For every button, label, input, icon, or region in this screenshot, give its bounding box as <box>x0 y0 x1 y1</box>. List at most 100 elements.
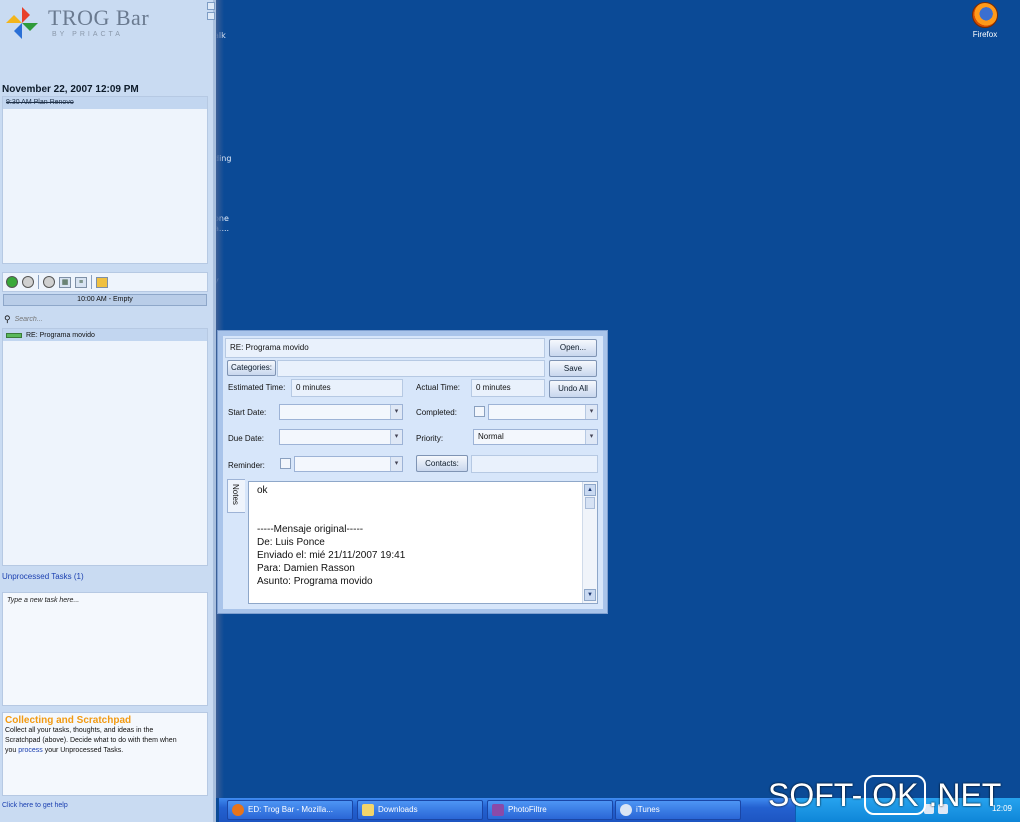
collecting-help-box: Collecting and Scratchpad Collect all yo… <box>2 712 208 796</box>
unprocessed-tasks-link[interactable]: Unprocessed Tasks (1) <box>2 572 84 581</box>
help-link[interactable]: Click here to get help <box>2 802 68 809</box>
toolbar-divider <box>38 275 39 289</box>
task-list: RE: Programa movido <box>2 328 208 566</box>
watermark-text: SOFT- <box>768 776 863 813</box>
time-slot-bar[interactable]: 10:00 AM - Empty <box>3 294 207 306</box>
notes-scrollbar[interactable]: ▲ ▼ <box>582 482 597 603</box>
priority-label: Priority: <box>416 434 444 443</box>
reminder-checkbox[interactable] <box>280 458 291 469</box>
scratchpad[interactable]: Type a new task here... <box>2 592 208 706</box>
add-task-icon[interactable] <box>6 276 18 288</box>
task-progress-icon <box>6 332 22 338</box>
reminder-label: Reminder: <box>228 461 265 470</box>
firefox-desktop-icon[interactable]: Firefox <box>962 2 1008 39</box>
notes-tab-label: Notes <box>231 484 240 505</box>
completed-label: Completed: <box>416 408 457 417</box>
search-icon: ⚲ <box>4 313 11 324</box>
photofiltre-icon <box>492 804 504 816</box>
categories-field[interactable] <box>277 360 545 377</box>
notes-textarea[interactable]: ok -----Mensaje original----- De: Luis P… <box>248 481 598 604</box>
scratchpad-input[interactable]: Type a new task here... <box>7 597 203 604</box>
palette-icon[interactable] <box>96 276 108 288</box>
watermark-text: .NET <box>928 776 1002 813</box>
scroll-down-icon[interactable]: ▼ <box>584 589 596 601</box>
collecting-line: Collect all your tasks, thoughts, and id… <box>5 727 154 734</box>
list-icon[interactable]: ≡ <box>75 276 87 288</box>
collecting-line: Scratchpad (above). Decide what to do wi… <box>5 737 177 744</box>
notes-line: ok <box>257 485 268 496</box>
taskbar-item-label: ED: Trog Bar - Mozilla... <box>248 805 333 814</box>
taskbar-item-itunes[interactable]: iTunes <box>615 800 741 820</box>
taskbar-item-firefox[interactable]: ED: Trog Bar - Mozilla... <box>227 800 353 820</box>
collapse-icon[interactable] <box>206 0 216 30</box>
start-date-picker[interactable]: ▾ <box>279 404 403 420</box>
subject-field[interactable]: RE: Programa movido <box>225 338 545 358</box>
logo-subtitle: BY PRIACTA <box>52 31 123 38</box>
due-date-picker[interactable]: ▾ <box>279 429 403 445</box>
notes-line: Asunto: Programa movido <box>257 576 373 587</box>
reminder-picker[interactable]: ▾ <box>294 456 403 472</box>
firefox-icon <box>972 2 998 28</box>
priority-value: Normal <box>478 432 504 441</box>
schedule-icon[interactable]: ▦ <box>59 276 71 288</box>
notes-line: -----Mensaje original----- <box>257 524 364 535</box>
notes-line: Para: Damien Rasson <box>257 563 355 574</box>
notes-line <box>257 497 589 510</box>
process-link[interactable]: process <box>18 747 43 754</box>
task-item-label: RE: Programa movido <box>26 331 95 339</box>
undo-all-button[interactable]: Undo All <box>549 380 597 398</box>
scroll-up-icon[interactable]: ▲ <box>584 484 596 496</box>
task-item[interactable]: RE: Programa movido <box>3 329 207 341</box>
appointments-panel: 9:30 AM Plan Renovo <box>2 96 208 264</box>
search-input[interactable] <box>14 315 165 323</box>
watermark-text: OK <box>864 775 927 815</box>
save-button[interactable]: Save <box>549 360 597 377</box>
notes-line <box>257 510 589 523</box>
notes-line: De: Luis Ponce <box>257 537 325 548</box>
current-date: November 22, 2007 12:09 PM <box>2 84 139 95</box>
taskbar-item-label: iTunes <box>636 805 660 814</box>
taskbar-item-label: Downloads <box>378 805 418 814</box>
priority-select[interactable]: Normal ▾ <box>473 429 598 445</box>
firefox-icon <box>232 804 244 816</box>
search-row: ⚲ <box>2 312 208 326</box>
completed-checkbox[interactable] <box>474 406 485 417</box>
trog-logo-icon <box>6 7 38 39</box>
chevron-down-icon: ▾ <box>390 457 402 471</box>
collecting-title: Collecting and Scratchpad <box>5 715 132 726</box>
complete-task-icon[interactable] <box>22 276 34 288</box>
taskbar-item-downloads[interactable]: Downloads <box>357 800 483 820</box>
open-button[interactable]: Open... <box>549 339 597 357</box>
collecting-body: Collect all your tasks, thoughts, and id… <box>5 726 205 756</box>
estimated-time-field[interactable]: 0 minutes <box>291 379 403 397</box>
contacts-field[interactable] <box>471 455 598 473</box>
toolbar-divider <box>91 275 92 289</box>
contacts-button[interactable]: Contacts: <box>416 455 468 472</box>
categories-button[interactable]: Categories: <box>227 360 276 376</box>
appointment-item[interactable]: 9:30 AM Plan Renovo <box>3 97 207 109</box>
start-date-label: Start Date: <box>228 408 267 417</box>
taskbar-item-label: PhotoFiltre <box>508 805 547 814</box>
trog-bar-logo: TROG Bar BY PRIACTA <box>0 0 210 48</box>
folder-icon <box>362 804 374 816</box>
actual-time-label: Actual Time: <box>416 383 461 392</box>
chevron-down-icon: ▾ <box>390 430 402 444</box>
taskbar-item-photofiltre[interactable]: PhotoFiltre <box>487 800 613 820</box>
task-toolbar: ▦ ≡ <box>2 272 208 292</box>
itunes-icon <box>620 804 632 816</box>
scroll-thumb[interactable] <box>585 497 595 509</box>
notes-line: Enviado el: mié 21/11/2007 19:41 <box>257 550 406 561</box>
due-date-label: Due Date: <box>228 434 265 443</box>
estimated-time-label: Estimated Time: <box>228 383 286 392</box>
completed-date-picker[interactable]: ▾ <box>488 404 598 420</box>
firefox-label: Firefox <box>972 30 998 39</box>
chevron-down-icon: ▾ <box>585 405 597 419</box>
tab-notes[interactable]: Notes <box>227 479 245 513</box>
actual-time-field[interactable]: 0 minutes <box>471 379 545 397</box>
clock-icon[interactable] <box>43 276 55 288</box>
collecting-line: you process your Unprocessed Tasks. <box>5 747 124 754</box>
chevron-down-icon: ▾ <box>585 430 597 444</box>
logo-text: TROG Bar <box>48 5 150 30</box>
chevron-down-icon: ▾ <box>390 405 402 419</box>
trog-bar-sidebar: TROG Bar BY PRIACTA November 22, 2007 12… <box>0 0 216 822</box>
